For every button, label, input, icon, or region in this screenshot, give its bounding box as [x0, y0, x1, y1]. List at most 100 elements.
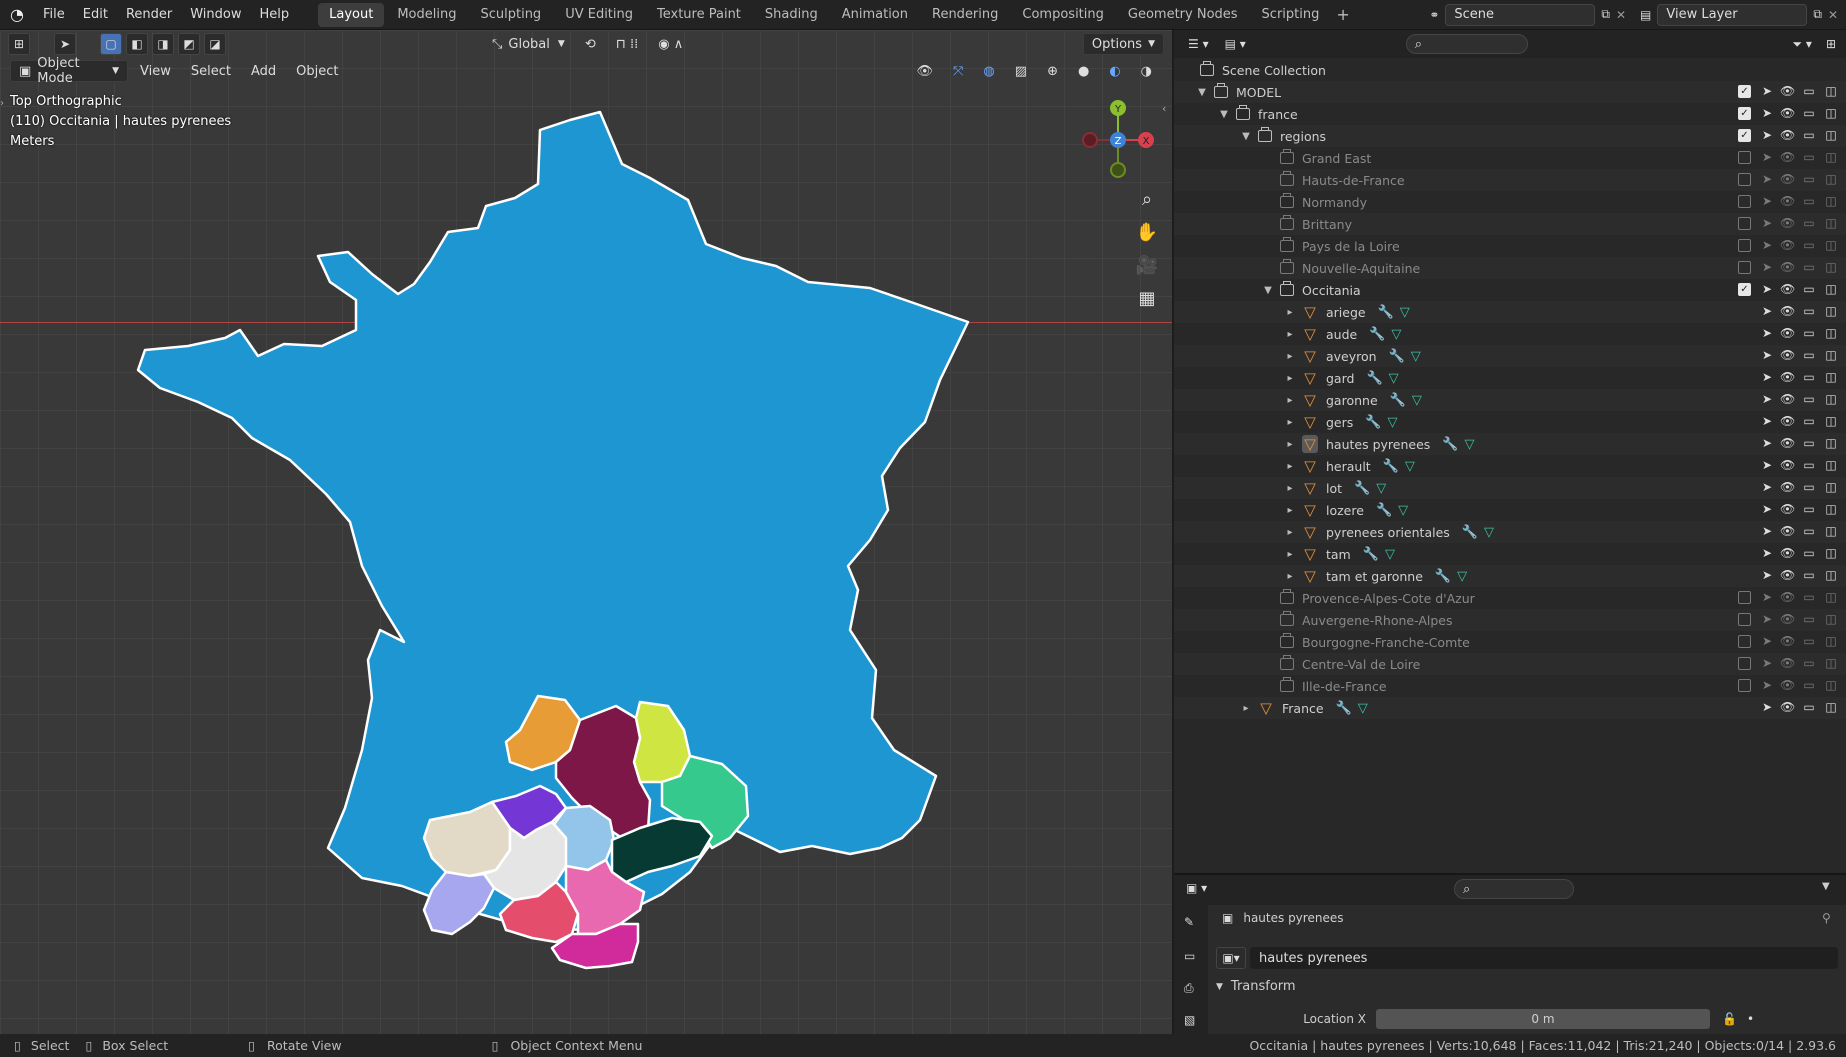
render-camera-icon[interactable]: ◫ — [1824, 656, 1838, 670]
eye-icon[interactable]: 👁 — [1780, 634, 1795, 648]
new-collection-icon[interactable]: ⊞ — [1826, 37, 1836, 51]
exclude-checkbox[interactable] — [1738, 261, 1751, 274]
tab-scripting[interactable]: Scripting — [1251, 3, 1331, 27]
select-arrow-icon[interactable]: ➤ — [1760, 634, 1774, 648]
render-camera-icon[interactable]: ◫ — [1824, 326, 1838, 340]
exclude-checkbox[interactable]: ✓ — [1738, 85, 1751, 98]
eye-icon[interactable]: 👁 — [1780, 414, 1795, 428]
outliner-row-pays-de-la-loire[interactable]: Pays de la Loire ➤ 👁 ▭ ◫ — [1174, 235, 1846, 257]
exclude-checkbox[interactable]: ✓ — [1738, 107, 1751, 120]
delete-view-layer-icon[interactable]: ✕ — [1828, 8, 1838, 22]
new-view-layer-icon[interactable]: ⧉ — [1813, 7, 1822, 22]
outliner-row-auvergene-rhone-alpes[interactable]: Auvergene-Rhone-Alpes ➤ 👁 ▭ ◫ — [1174, 609, 1846, 631]
viewport-monitor-icon[interactable]: ▭ — [1802, 502, 1816, 516]
outliner-row-aude[interactable]: ▸ ▽ aude 🔧 ▽ ➤ 👁 ▭ ◫ — [1174, 323, 1846, 345]
shading-rendered-icon[interactable]: ◑ — [1133, 60, 1160, 82]
select-arrow-icon[interactable]: ➤ — [1760, 612, 1774, 626]
outliner-row-tam[interactable]: ▸ ▽ tam 🔧 ▽ ➤ 👁 ▭ ◫ — [1174, 543, 1846, 565]
outliner-row-aveyron[interactable]: ▸ ▽ aveyron 🔧 ▽ ➤ 👁 ▭ ◫ — [1174, 345, 1846, 367]
viewport-monitor-icon[interactable]: ▭ — [1802, 326, 1816, 340]
output-tab-icon[interactable]: ⎙ — [1184, 981, 1194, 996]
exclude-checkbox[interactable] — [1738, 239, 1751, 252]
viewport-monitor-icon[interactable]: ▭ — [1802, 392, 1816, 406]
select-arrow-icon[interactable]: ➤ — [1760, 568, 1774, 582]
viewport-monitor-icon[interactable]: ▭ — [1802, 634, 1816, 648]
select-arrow-icon[interactable]: ➤ — [1760, 150, 1774, 164]
render-camera-icon[interactable]: ◫ — [1824, 700, 1838, 714]
pan-hand-icon[interactable]: ✋ — [1132, 217, 1162, 247]
render-camera-icon[interactable]: ◫ — [1824, 612, 1838, 626]
viewport-monitor-icon[interactable]: ▭ — [1802, 370, 1816, 384]
pivot-point-icon[interactable]: ⟲ — [577, 33, 604, 55]
outliner-row-brittany[interactable]: Brittany ➤ 👁 ▭ ◫ — [1174, 213, 1846, 235]
modifier-wrench-icon[interactable]: 🔧 — [1390, 393, 1406, 408]
exclude-checkbox[interactable]: ✓ — [1738, 129, 1751, 142]
render-camera-icon[interactable]: ◫ — [1824, 524, 1838, 538]
modifier-wrench-icon[interactable]: 🔧 — [1389, 349, 1405, 364]
expand-right-icon[interactable]: ▸ — [1240, 703, 1252, 714]
select-arrow-icon[interactable]: ➤ — [1760, 524, 1774, 538]
viewport-monitor-icon[interactable]: ▭ — [1802, 656, 1816, 670]
expand-right-icon[interactable]: ▸ — [1284, 373, 1296, 384]
render-camera-icon[interactable]: ◫ — [1824, 348, 1838, 362]
expand-right-icon[interactable]: ▸ — [1284, 549, 1296, 560]
viewport-monitor-icon[interactable]: ▭ — [1802, 216, 1816, 230]
properties-editor-type-icon[interactable]: ▣ ▾ — [1186, 881, 1207, 895]
modifier-wrench-icon[interactable]: 🔧 — [1435, 569, 1451, 584]
outliner-row-occitania[interactable]: ▼ Occitania ✓ ➤ 👁 ▭ ◫ — [1174, 279, 1846, 301]
eye-icon[interactable]: 👁 — [1780, 282, 1795, 296]
transform-panel-header[interactable]: ▼ Transform — [1216, 979, 1296, 994]
outliner-row-france[interactable]: ▸ ▽ France 🔧 ▽ ➤ 👁 ▭ ◫ — [1174, 697, 1846, 719]
mesh-data-icon[interactable]: ▽ — [1412, 393, 1422, 408]
select-mode-invert-icon[interactable]: ◩ — [178, 33, 200, 55]
outliner-row-hauts-de-france[interactable]: Hauts-de-France ➤ 👁 ▭ ◫ — [1174, 169, 1846, 191]
menu-file[interactable]: File — [34, 0, 74, 30]
render-camera-icon[interactable]: ◫ — [1824, 546, 1838, 560]
exclude-checkbox[interactable] — [1738, 613, 1751, 626]
modifier-wrench-icon[interactable]: 🔧 — [1363, 547, 1379, 562]
render-camera-icon[interactable]: ◫ — [1824, 216, 1838, 230]
mode-dropdown[interactable]: ▣ Object Mode ▼ — [10, 56, 128, 86]
tab-modeling[interactable]: Modeling — [386, 3, 467, 27]
outliner-row-nouvelle-aquitaine[interactable]: Nouvelle-Aquitaine ➤ 👁 ▭ ◫ — [1174, 257, 1846, 279]
eye-icon[interactable]: 👁 — [1780, 502, 1795, 516]
shading-material-icon[interactable]: ◐ — [1101, 60, 1128, 82]
mesh-data-icon[interactable]: ▽ — [1484, 525, 1494, 540]
tab-layout[interactable]: Layout — [318, 2, 385, 27]
select-menu[interactable]: Select — [183, 60, 239, 82]
viewport-monitor-icon[interactable]: ▭ — [1802, 106, 1816, 120]
render-camera-icon[interactable]: ◫ — [1824, 480, 1838, 494]
eye-icon[interactable]: 👁 — [1780, 480, 1795, 494]
render-camera-icon[interactable]: ◫ — [1824, 304, 1838, 318]
exclude-checkbox[interactable] — [1738, 217, 1751, 230]
select-arrow-icon[interactable]: ➤ — [1760, 128, 1774, 142]
navigation-gizmo[interactable]: Y X Z — [1072, 92, 1168, 192]
modifier-wrench-icon[interactable]: 🔧 — [1369, 327, 1385, 342]
gizmos-toggle-icon[interactable]: ⤧ — [945, 60, 971, 82]
mesh-data-icon[interactable]: ▽ — [1376, 481, 1386, 496]
outliner-search-input[interactable]: ⌕ — [1405, 34, 1528, 54]
select-arrow-icon[interactable]: ➤ — [1760, 194, 1774, 208]
outliner-row-lozere[interactable]: ▸ ▽ lozere 🔧 ▽ ➤ 👁 ▭ ◫ — [1174, 499, 1846, 521]
eye-icon[interactable]: 👁 — [1780, 128, 1795, 142]
render-camera-icon[interactable]: ◫ — [1824, 172, 1838, 186]
object-data-dropdown-icon[interactable]: ▣▾ — [1216, 947, 1246, 969]
tab-texture-paint[interactable]: Texture Paint — [646, 3, 752, 27]
outliner-row-herault[interactable]: ▸ ▽ herault 🔧 ▽ ➤ 👁 ▭ ◫ — [1174, 455, 1846, 477]
viewport-monitor-icon[interactable]: ▭ — [1802, 150, 1816, 164]
sidebar-toggle-icon[interactable]: ‹ — [1162, 102, 1166, 115]
expand-right-icon[interactable]: ▸ — [1284, 571, 1296, 582]
expand-right-icon[interactable]: ▸ — [1284, 351, 1296, 362]
outliner-row-ille-de-france[interactable]: Ille-de-France ➤ 👁 ▭ ◫ — [1174, 675, 1846, 697]
outliner-row-france[interactable]: ▼ france ✓ ➤ 👁 ▭ ◫ — [1174, 103, 1846, 125]
select-arrow-icon[interactable]: ➤ — [1760, 546, 1774, 560]
eye-icon[interactable]: 👁 — [1780, 304, 1795, 318]
menu-window[interactable]: Window — [181, 0, 250, 30]
select-mode-new-icon[interactable]: ▢ — [100, 33, 122, 55]
shading-solid-icon[interactable]: ● — [1070, 60, 1097, 82]
eye-icon[interactable]: 👁 — [1780, 392, 1795, 406]
eye-icon[interactable]: 👁 — [1780, 678, 1795, 692]
select-arrow-icon[interactable]: ➤ — [1760, 414, 1774, 428]
expand-right-icon[interactable]: ▸ — [1284, 483, 1296, 494]
eye-icon[interactable]: 👁 — [1780, 436, 1795, 450]
